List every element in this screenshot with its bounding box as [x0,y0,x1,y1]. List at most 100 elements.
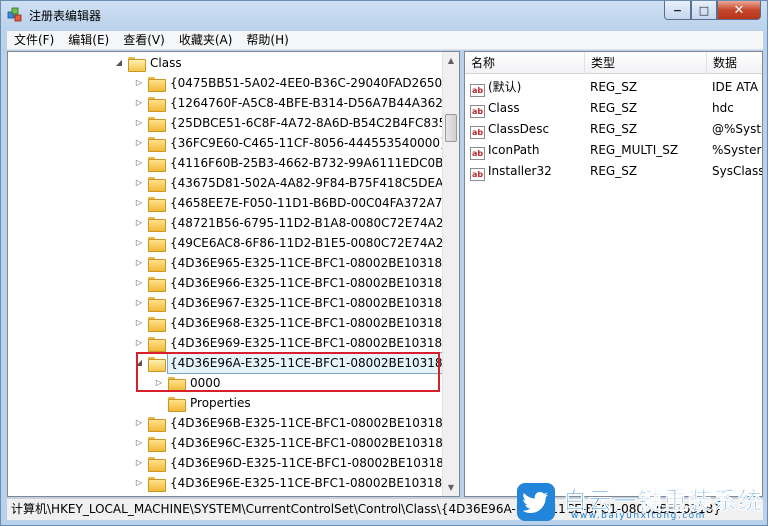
tree-node[interactable]: ▷ {4D36E966-E325-11CE-BFC1-08002BE10318} [134,273,452,293]
column-header-name[interactable]: 名称 [465,52,585,74]
window-title: 注册表编辑器 [29,9,102,23]
expand-arrow-icon[interactable]: ▷ [134,173,144,193]
tree-node[interactable]: ▷ {1264760F-A5C8-4BFE-B314-D56A7B44A362} [134,93,453,113]
tree-node[interactable]: ▷ {25DBCE51-6C8F-4A72-8A6D-B54C2B4FC835} [134,113,456,133]
scrollbar-thumb[interactable] [445,114,457,142]
tree-node-label: 0000 [190,376,221,390]
status-bar-path: 计算机\HKEY_LOCAL_MACHINE\SYSTEM\CurrentCon… [7,498,763,520]
expand-arrow-icon[interactable]: ▷ [134,273,144,293]
tree-node[interactable]: ▷ {4D36E96C-E325-11CE-BFC1-08002BE10318} [134,433,453,453]
tree-node[interactable]: ▷ {4D36E967-E325-11CE-BFC1-08002BE10318} [134,293,452,313]
value-row[interactable]: ab ClassDesc REG_SZ @%Syst [465,119,762,140]
key-tree-pane[interactable]: ◢ Class ▷ {0475BB51-5A02-4EE0-B36C-29040F… [7,51,460,497]
tree-node[interactable]: ▷ {4D36E968-E325-11CE-BFC1-08002BE10318} [134,313,452,333]
expand-arrow-icon[interactable]: ▷ [154,373,164,393]
title-bar[interactable]: 注册表编辑器 − □ ✕ [1,1,767,31]
expand-arrow-icon[interactable]: ▷ [134,73,144,93]
tree-node[interactable]: ▷ {4D36E96D-E325-11CE-BFC1-08002BE10318} [134,453,453,473]
folder-icon [148,136,166,152]
folder-open-icon [128,56,146,72]
collapse-arrow-icon[interactable]: ◢ [114,53,124,73]
string-value-icon: ab [470,105,485,118]
expand-arrow-icon[interactable]: ▷ [134,333,144,353]
expand-arrow-icon[interactable]: ▷ [134,453,144,473]
folder-icon [148,476,166,492]
value-list-pane[interactable]: 名称 类型 数据 ab (默认) REG_SZ IDE ATA ab Class R… [464,51,763,497]
menu-edit[interactable]: 编辑(E) [61,31,116,50]
expand-arrow-icon[interactable]: ▷ [134,113,144,133]
tree-node-child[interactable]: Properties [154,393,253,413]
tree-node[interactable]: ▷ {4D36E96B-E325-11CE-BFC1-08002BE10318} [134,413,452,433]
expand-arrow-icon[interactable]: ▷ [134,473,144,493]
value-name: (默认) [488,80,522,94]
tree-node[interactable]: ▷ {48721B56-6795-11D2-B1A8-0080C72E74A2} [134,213,453,233]
expand-arrow-icon[interactable]: ▷ [134,313,144,333]
tree-node[interactable]: ▷ {4D36E969-E325-11CE-BFC1-08002BE10318} [134,333,452,353]
scroll-down-arrow-icon[interactable]: ▼ [443,479,459,496]
tree-node[interactable]: ▷ {4D36E965-E325-11CE-BFC1-08002BE10318} [134,253,452,273]
tree-node-label: Class [150,56,182,70]
value-row[interactable]: ab IconPath REG_MULTI_SZ %Syster [465,140,762,161]
tree-vertical-scrollbar[interactable]: ▲ ▼ [442,52,459,496]
folder-icon [148,76,166,92]
expand-arrow-icon[interactable]: ▷ [134,93,144,113]
registry-editor-window: 注册表编辑器 − □ ✕ 文件(F) 编辑(E) 查看(V) 收藏夹(A) 帮助… [0,0,768,526]
value-row[interactable]: ab Class REG_SZ hdc [465,98,762,119]
menu-favorites[interactable]: 收藏夹(A) [172,31,240,50]
tree-node-label: {48721B56-6795-11D2-B1A8-0080C72E74A2} [170,216,452,230]
folder-icon [168,396,186,412]
expand-arrow-icon[interactable]: ▷ [134,253,144,273]
folder-icon [148,216,166,232]
tree-node-label: {4D36E96C-E325-11CE-BFC1-08002BE10318} [170,436,451,450]
string-value-icon: ab [470,168,485,181]
list-header: 名称 类型 数据 [465,52,762,74]
column-header-type[interactable]: 类型 [585,52,707,74]
menu-help[interactable]: 帮助(H) [239,31,295,50]
expand-arrow-icon[interactable]: ▷ [134,153,144,173]
tree-node-selected[interactable]: ◢ {4D36E96A-E325-11CE-BFC1-08002BE10318} [134,352,454,374]
folder-icon [148,296,166,312]
folder-icon [148,336,166,352]
tree-node-label: {4D36E965-E325-11CE-BFC1-08002BE10318} [170,256,450,270]
expand-arrow-icon[interactable]: ▷ [134,213,144,233]
folder-icon [148,456,166,472]
menu-view[interactable]: 查看(V) [116,31,172,50]
tree-node-label: {25DBCE51-6C8F-4A72-8A6D-B54C2B4FC835} [170,116,454,130]
tree-node-label: {4D36E96A-E325-11CE-BFC1-08002BE10318} [166,352,454,374]
expand-arrow-icon[interactable]: ▷ [134,233,144,253]
tree-node-label: {4D36E96B-E325-11CE-BFC1-08002BE10318} [170,416,451,430]
value-row[interactable]: ab (默认) REG_SZ IDE ATA [465,77,762,98]
tree-node[interactable]: ▷ {4D36E96E-E325-11CE-BFC1-08002BE10318} [134,473,452,493]
expand-arrow-icon[interactable]: ▷ [134,293,144,313]
collapse-arrow-icon[interactable]: ◢ [134,353,144,373]
tree-node-label: {36FC9E60-C465-11CF-8056-444553540000} [170,136,448,150]
close-button[interactable]: ✕ [717,1,761,20]
tree-node[interactable]: ▷ {4658EE7E-F050-11D1-B6BD-00C04FA372A7} [134,193,452,213]
tree-node-child[interactable]: ▷ 0000 [154,373,223,393]
tree-node[interactable]: ▷ {4116F60B-25B3-4662-B732-99A6111EDC0B} [134,153,453,173]
expand-arrow-icon[interactable]: ▷ [134,413,144,433]
column-header-data[interactable]: 数据 [707,52,762,74]
tree-node-label: {4D36E967-E325-11CE-BFC1-08002BE10318} [170,296,450,310]
tree-node-class[interactable]: ◢ Class [114,53,184,73]
tree-node[interactable]: ▷ {43675D81-502A-4A82-9F84-B75F418C5DEA} [134,173,453,193]
value-row[interactable]: ab Installer32 REG_SZ SysClass [465,161,762,182]
tree-node[interactable]: ▷ {49CE6AC8-6F86-11D2-B1E5-0080C72E74A2} [134,233,453,253]
folder-icon [148,236,166,252]
tree-node-label: Properties [190,396,251,410]
maximize-button[interactable]: □ [691,1,717,20]
expand-arrow-icon[interactable]: ▷ [134,133,144,153]
tree-node[interactable]: ▷ {36FC9E60-C465-11CF-8056-444553540000} [134,133,450,153]
string-value-icon: ab [470,147,485,160]
value-name: IconPath [488,143,540,157]
expand-arrow-icon[interactable]: ▷ [134,433,144,453]
scroll-up-arrow-icon[interactable]: ▲ [443,52,459,69]
expand-arrow-icon[interactable]: ▷ [134,193,144,213]
tree-node-label: {4D36E966-E325-11CE-BFC1-08002BE10318} [170,276,450,290]
tree-node-label: {4D36E968-E325-11CE-BFC1-08002BE10318} [170,316,450,330]
minimize-button[interactable]: − [664,1,691,20]
menu-file[interactable]: 文件(F) [7,31,61,50]
value-name: ClassDesc [488,122,550,136]
tree-node[interactable]: ▷ {0475BB51-5A02-4EE0-B36C-29040FAD2650} [134,73,452,93]
